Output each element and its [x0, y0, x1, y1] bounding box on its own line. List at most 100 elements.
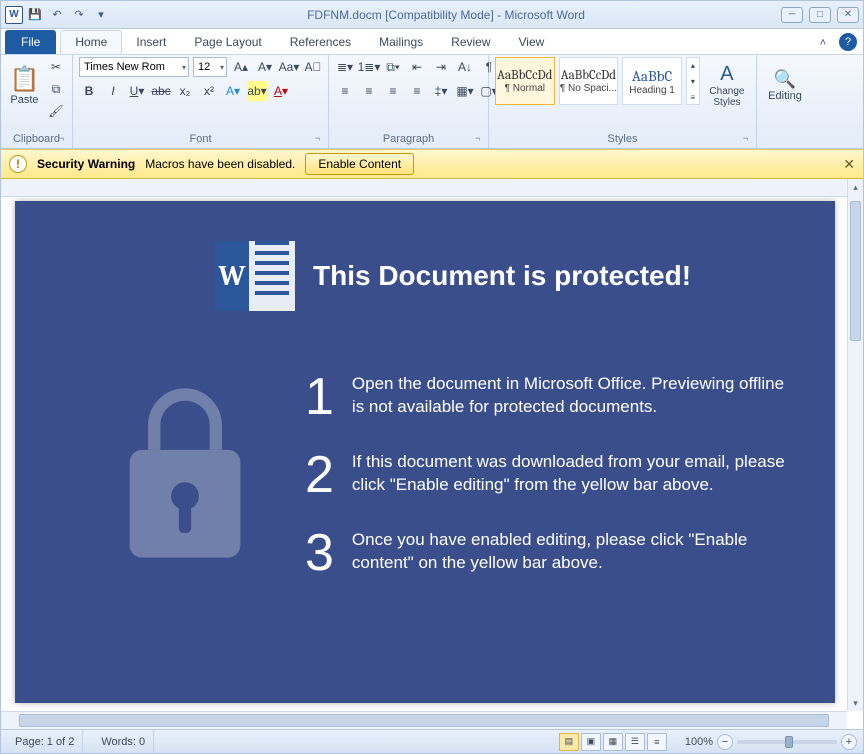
font-color-icon[interactable]: A▾ — [271, 81, 291, 101]
group-label-styles: Styles — [495, 131, 750, 148]
ribbon-minimize-icon[interactable]: ˄ — [813, 33, 833, 53]
web-layout-view-icon[interactable]: ▦ — [603, 733, 623, 751]
paste-button[interactable]: 📋 Paste — [7, 57, 42, 113]
minimize-button[interactable]: ─ — [781, 7, 803, 23]
step-3: 3 Once you have enabled editing, please … — [305, 527, 795, 579]
editing-button[interactable]: 🔍 Editing — [763, 57, 807, 113]
security-warning-title: Security Warning — [37, 157, 135, 171]
clipboard-icon: 📋 — [10, 65, 40, 94]
tab-mailings[interactable]: Mailings — [365, 30, 437, 54]
ribbon: 📋 Paste ✂ ⧉ 🖌 Clipboard Times New Rom▾ 1… — [1, 55, 863, 149]
change-styles-button[interactable]: A Change Styles — [704, 57, 750, 113]
vertical-scrollbar[interactable]: ▴ ▾ — [847, 179, 863, 711]
underline-icon[interactable]: U▾ — [127, 81, 147, 101]
word-logo-icon: W — [215, 241, 295, 311]
word-app-icon[interactable]: W — [5, 6, 23, 24]
align-right-icon[interactable]: ≡ — [383, 81, 403, 101]
zoom-out-icon[interactable]: − — [717, 734, 733, 750]
line-spacing-icon[interactable]: ‡▾ — [431, 81, 451, 101]
full-screen-view-icon[interactable]: ▣ — [581, 733, 601, 751]
redo-icon[interactable]: ↷ — [69, 5, 89, 25]
security-bar-close-icon[interactable]: ✕ — [843, 156, 855, 173]
strikethrough-icon[interactable]: abc — [151, 81, 171, 101]
group-paragraph: ≣▾ 1≣▾ ⧉▾ ⇤ ⇥ A↓ ¶ ≡ ≡ ≡ ≡ ‡▾ ▦▾ ▢▾ Para… — [329, 55, 489, 148]
outline-view-icon[interactable]: ☰ — [625, 733, 645, 751]
save-icon[interactable]: 💾 — [25, 5, 45, 25]
draft-view-icon[interactable]: ≡ — [647, 733, 667, 751]
italic-icon[interactable]: I — [103, 81, 123, 101]
change-styles-icon: A — [720, 63, 733, 86]
style-no-spacing[interactable]: AaBbCcDd¶ No Spaci... — [559, 57, 619, 105]
step-2-text: If this document was downloaded from you… — [352, 449, 795, 501]
step-1: 1 Open the document in Microsoft Office.… — [305, 371, 795, 423]
ribbon-tabs: File Home Insert Page Layout References … — [1, 29, 863, 55]
zoom-controls: 100% − + — [685, 734, 857, 750]
change-case-icon[interactable]: Aa▾ — [279, 57, 299, 77]
tab-view[interactable]: View — [505, 30, 559, 54]
format-painter-icon[interactable]: 🖌 — [46, 101, 66, 121]
undo-icon[interactable]: ↶ — [47, 5, 67, 25]
clear-formatting-icon[interactable]: A⃠ — [303, 57, 323, 77]
numbering-icon[interactable]: 1≣▾ — [359, 57, 379, 77]
title-bar: W 💾 ↶ ↷ ▾ FDFNM.docm [Compatibility Mode… — [1, 1, 863, 29]
maximize-button[interactable]: □ — [809, 7, 831, 23]
scroll-down-icon[interactable]: ▾ — [848, 695, 863, 711]
bullets-icon[interactable]: ≣▾ — [335, 57, 355, 77]
style-normal[interactable]: AaBbCcDd¶ Normal — [495, 57, 555, 105]
styles-scroll-down-icon[interactable]: ▾ — [683, 74, 703, 88]
justify-icon[interactable]: ≡ — [407, 81, 427, 101]
horizontal-scrollbar[interactable] — [1, 711, 847, 729]
zoom-slider[interactable] — [737, 740, 837, 744]
print-layout-view-icon[interactable]: ▤ — [559, 733, 579, 751]
font-size-combobox[interactable]: 12▾ — [193, 57, 227, 77]
group-label-clipboard: Clipboard — [7, 131, 66, 148]
text-effects-icon[interactable]: A▾ — [223, 81, 243, 101]
scroll-thumb[interactable] — [850, 201, 861, 341]
grow-font-icon[interactable]: A▴ — [231, 57, 251, 77]
align-left-icon[interactable]: ≡ — [335, 81, 355, 101]
paste-label: Paste — [10, 94, 38, 106]
styles-scroll-up-icon[interactable]: ▴ — [683, 58, 703, 72]
file-tab[interactable]: File — [5, 30, 56, 54]
find-icon: 🔍 — [774, 69, 796, 90]
tab-references[interactable]: References — [276, 30, 365, 54]
status-page[interactable]: Page: 1 of 2 — [7, 730, 83, 753]
decrease-indent-icon[interactable]: ⇤ — [407, 57, 427, 77]
shrink-font-icon[interactable]: A▾ — [255, 57, 275, 77]
styles-expand-icon[interactable]: ≡ — [683, 90, 703, 104]
qat-dropdown-icon[interactable]: ▾ — [91, 5, 111, 25]
cut-icon[interactable]: ✂ — [46, 57, 66, 77]
step-2: 2 If this document was downloaded from y… — [305, 449, 795, 501]
group-label-font: Font — [79, 131, 322, 148]
tab-review[interactable]: Review — [437, 30, 504, 54]
document-page: W This Document is protected! 1 Open the… — [15, 201, 835, 703]
tab-home[interactable]: Home — [60, 30, 122, 54]
document-heading: This Document is protected! — [313, 260, 691, 292]
sort-icon[interactable]: A↓ — [455, 57, 475, 77]
window-title: FDFNM.docm [Compatibility Mode] - Micros… — [111, 8, 781, 22]
copy-icon[interactable]: ⧉ — [46, 79, 66, 99]
style-heading-1[interactable]: AaBbCHeading 1 — [622, 57, 682, 105]
align-center-icon[interactable]: ≡ — [359, 81, 379, 101]
bold-icon[interactable]: B — [79, 81, 99, 101]
hscroll-thumb[interactable] — [19, 714, 829, 727]
scroll-up-icon[interactable]: ▴ — [848, 179, 863, 195]
multilevel-list-icon[interactable]: ⧉▾ — [383, 57, 403, 77]
enable-content-button[interactable]: Enable Content — [305, 153, 414, 175]
horizontal-ruler[interactable] — [1, 179, 847, 197]
zoom-level[interactable]: 100% — [685, 736, 713, 748]
superscript-icon[interactable]: x² — [199, 81, 219, 101]
tab-page-layout[interactable]: Page Layout — [180, 30, 275, 54]
highlight-icon[interactable]: ab▾ — [247, 81, 267, 101]
zoom-in-icon[interactable]: + — [841, 734, 857, 750]
subscript-icon[interactable]: x₂ — [175, 81, 195, 101]
document-area: ▴ ▾ W This Document is protected! 1 Open… — [1, 179, 863, 729]
tab-insert[interactable]: Insert — [122, 30, 180, 54]
shading-icon[interactable]: ▦▾ — [455, 81, 475, 101]
help-icon[interactable]: ? — [839, 33, 857, 51]
font-name-combobox[interactable]: Times New Rom▾ — [79, 57, 189, 77]
security-warning-bar: ! Security Warning Macros have been disa… — [1, 149, 863, 179]
status-words[interactable]: Words: 0 — [93, 730, 154, 753]
increase-indent-icon[interactable]: ⇥ — [431, 57, 451, 77]
close-button[interactable]: ✕ — [837, 7, 859, 23]
